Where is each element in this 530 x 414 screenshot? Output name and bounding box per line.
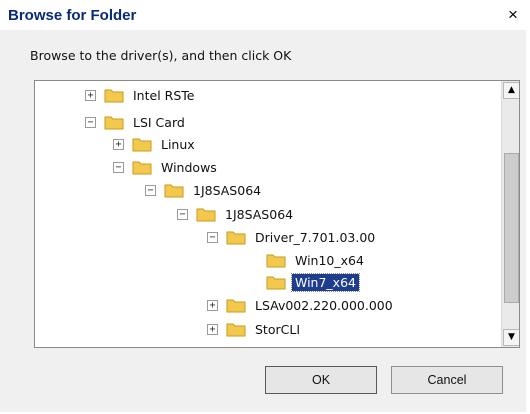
- tree-item-storcli[interactable]: + StorCLI: [207, 318, 303, 340]
- folder-icon: [266, 254, 286, 268]
- expand-icon[interactable]: +: [207, 323, 218, 335]
- tree-item-windows[interactable]: − Windows: [113, 156, 220, 178]
- folder-icon: [104, 116, 124, 130]
- title-bar: Browse for Folder ×: [0, 0, 526, 30]
- tree-item-label: StorCLI: [255, 321, 301, 337]
- tree-item-label: Windows: [161, 159, 217, 175]
- folder-icon: [104, 89, 124, 103]
- collapse-icon[interactable]: −: [85, 116, 96, 128]
- tree-item-intel-rste[interactable]: + Intel RSTe: [85, 84, 197, 106]
- instruction-text: Browse to the driver(s), and then click …: [30, 48, 292, 63]
- tree-item-linux[interactable]: + Linux: [113, 133, 198, 155]
- folder-icon: [226, 323, 246, 337]
- dialog-title: Browse for Folder: [8, 7, 137, 24]
- tree-item-label: 1J8SAS064: [193, 182, 262, 198]
- tree-item-label-selected: Win7_x64: [291, 272, 360, 292]
- tree-item-label: Driver_7.701.03.00: [255, 229, 376, 245]
- expand-icon[interactable]: +: [113, 138, 124, 150]
- scrollbar-thumb[interactable]: [504, 153, 519, 303]
- tree-item-lsav[interactable]: + LSAv002.220.000.000: [207, 294, 396, 316]
- tree-item-lsi-card[interactable]: − LSI Card: [85, 111, 188, 133]
- tree-item-label: Linux: [161, 136, 195, 152]
- tree-item-1j8sas064-sub[interactable]: − 1J8SAS064: [177, 203, 296, 225]
- cancel-button[interactable]: Cancel: [391, 366, 503, 394]
- collapse-icon[interactable]: −: [207, 231, 218, 243]
- folder-icon: [196, 208, 216, 222]
- browse-for-folder-dialog: Browse for Folder × Browse to the driver…: [0, 0, 528, 412]
- collapse-icon[interactable]: −: [113, 161, 124, 173]
- tree-item-label: 1J8SAS064: [225, 206, 294, 222]
- scroll-down-icon[interactable]: ▼: [503, 329, 519, 346]
- tree-item-driver[interactable]: − Driver_7.701.03.00: [207, 226, 378, 248]
- expand-icon[interactable]: +: [85, 89, 96, 101]
- folder-icon: [226, 231, 246, 245]
- tree-item-1j8sas064[interactable]: − 1J8SAS064: [145, 179, 264, 201]
- folder-icon: [164, 184, 184, 198]
- tree-item-win10[interactable]: Win10_x64: [247, 249, 367, 271]
- close-button[interactable]: ×: [502, 4, 524, 26]
- tree-item-label: Intel RSTe: [133, 87, 195, 103]
- folder-icon: [226, 299, 246, 313]
- collapse-icon[interactable]: −: [177, 208, 188, 220]
- tree-item-label: LSI Card: [133, 114, 185, 130]
- tree-item-label: LSAv002.220.000.000: [255, 297, 393, 313]
- tree-item-label: Win10_x64: [295, 252, 364, 268]
- expand-icon[interactable]: +: [207, 299, 218, 311]
- folder-tree[interactable]: + Intel RSTe − LSI Card + Linux − Window…: [34, 80, 520, 348]
- ok-button[interactable]: OK: [265, 366, 377, 394]
- scroll-up-icon[interactable]: ▲: [503, 82, 519, 99]
- folder-icon: [266, 276, 286, 290]
- collapse-icon[interactable]: −: [145, 184, 156, 196]
- tree-item-win7[interactable]: Win7_x64: [247, 271, 360, 293]
- folder-icon: [132, 138, 152, 152]
- vertical-scrollbar[interactable]: ▲ ▼: [501, 81, 519, 347]
- folder-icon: [132, 161, 152, 175]
